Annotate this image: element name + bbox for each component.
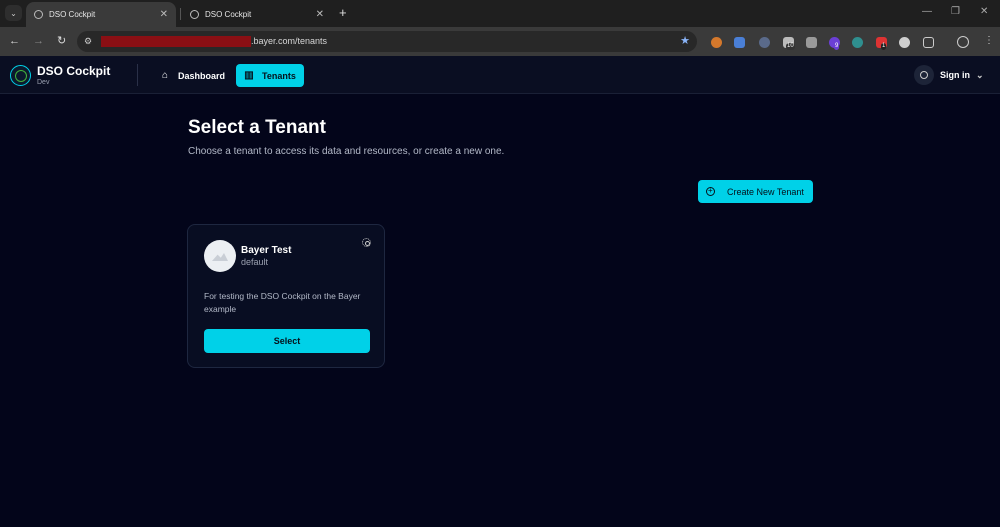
puzzle-extensions-icon[interactable] xyxy=(923,37,934,48)
minimize-icon[interactable]: — xyxy=(922,6,932,18)
page-title: Select a Tenant xyxy=(188,117,326,138)
forward-arrow-icon[interactable]: → xyxy=(33,34,44,48)
nav-tenants-label: Tenants xyxy=(262,70,296,81)
browser-toolbar: ← → ↻ ⚙ .bayer.com/tenants ★ 10 9 1 ⋮ xyxy=(0,27,1000,56)
select-tenant-button[interactable]: Select xyxy=(204,329,370,353)
translate-extension-icon[interactable] xyxy=(734,37,745,48)
tab-title: DSO Cockpit xyxy=(205,10,252,19)
clipboard-extension-icon[interactable] xyxy=(806,37,817,48)
browser-tab[interactable]: DSO Cockpit ✕ xyxy=(182,2,332,27)
nav-dashboard-label: Dashboard xyxy=(178,70,226,81)
user-icon xyxy=(914,65,934,85)
extension-badge: 10 xyxy=(786,43,795,50)
nav-tenants[interactable]: ▥ Tenants xyxy=(236,64,304,87)
chevron-down-icon: ⌄ xyxy=(976,69,984,80)
address-bar[interactable]: ⚙ .bayer.com/tenants ★ xyxy=(77,31,697,52)
tab-search-button[interactable]: ⌄ xyxy=(5,5,22,21)
brand-title[interactable]: DSO Cockpit xyxy=(37,64,110,78)
extension-badge: 1 xyxy=(881,43,887,50)
tenant-description: For testing the DSO Cockpit on the Bayer… xyxy=(204,291,361,314)
tab-title: DSO Cockpit xyxy=(49,10,96,19)
sign-in-button[interactable]: Sign in ⌄ xyxy=(914,64,984,86)
page-subtitle: Choose a tenant to access its data and r… xyxy=(188,146,505,157)
restore-icon[interactable]: ❐ xyxy=(951,6,960,18)
globe-icon xyxy=(34,10,43,19)
bookmark-star-icon[interactable]: ★ xyxy=(680,34,690,48)
reload-icon[interactable]: ↻ xyxy=(57,34,66,48)
plus-circle-icon xyxy=(706,185,715,197)
tenant-card: Bayer Test default For testing the DSO C… xyxy=(187,224,385,368)
tenant-slug: default xyxy=(241,257,269,267)
extension-icon[interactable] xyxy=(899,37,910,48)
back-arrow-icon[interactable]: ← xyxy=(9,34,20,48)
chevron-down-icon: ⌄ xyxy=(10,8,17,18)
sign-in-label: Sign in xyxy=(940,70,970,80)
close-window-icon[interactable]: ✕ xyxy=(980,6,988,18)
header-divider xyxy=(137,64,138,86)
tenant-name: Bayer Test xyxy=(241,245,292,256)
settings-gear-icon[interactable] xyxy=(362,238,371,247)
close-icon[interactable]: ✕ xyxy=(316,9,324,20)
extension-icon[interactable] xyxy=(759,37,770,48)
environment-label: Dev xyxy=(37,79,50,86)
app-header: DSO Cockpit Dev ⌂ Dashboard ▥ Tenants Si… xyxy=(0,56,1000,94)
create-new-tenant-button[interactable]: Create New Tenant xyxy=(698,180,813,203)
browser-tab-strip: ⌄ DSO Cockpit ✕ DSO Cockpit ✕ + — ❐ ✕ xyxy=(0,0,1000,27)
url-redacted-segment xyxy=(101,36,251,47)
browser-tab-active[interactable]: DSO Cockpit ✕ xyxy=(26,2,176,27)
url-text: .bayer.com/tenants xyxy=(251,36,328,46)
close-icon[interactable]: ✕ xyxy=(160,9,168,20)
building-icon: ▥ xyxy=(244,70,254,81)
extension-badge: 9 xyxy=(834,43,840,50)
tab-divider xyxy=(180,8,181,20)
create-new-tenant-label: Create New Tenant xyxy=(727,186,804,197)
profile-icon[interactable] xyxy=(957,36,969,48)
extension-icon[interactable] xyxy=(711,37,722,48)
site-info-icon[interactable]: ⚙ xyxy=(84,36,95,46)
more-menu-icon[interactable]: ⋮ xyxy=(984,34,994,48)
new-tab-button[interactable]: + xyxy=(339,5,347,21)
nav-dashboard[interactable]: ⌂ Dashboard xyxy=(152,64,233,87)
globe-icon xyxy=(190,10,199,19)
tenant-image-placeholder-icon xyxy=(204,240,236,272)
logo-icon[interactable] xyxy=(10,65,31,86)
home-icon: ⌂ xyxy=(161,70,169,81)
extension-icon[interactable] xyxy=(852,37,863,48)
